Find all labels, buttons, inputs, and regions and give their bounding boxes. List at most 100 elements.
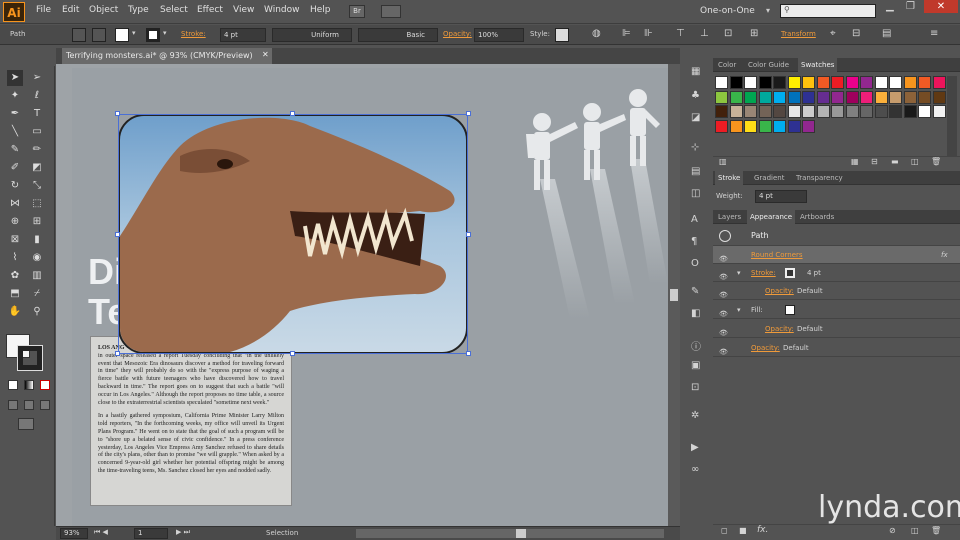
type-tool-icon[interactable]: T xyxy=(29,106,45,122)
menu-help[interactable]: Help xyxy=(310,5,331,15)
menu-type[interactable]: Type xyxy=(128,5,149,15)
lasso-tool-icon[interactable]: ℓ xyxy=(29,88,45,104)
color-swatch[interactable] xyxy=(787,76,801,89)
gradient-tool-icon[interactable]: ▮ xyxy=(29,232,45,248)
resize-handle[interactable] xyxy=(290,111,295,116)
color-swatch[interactable] xyxy=(744,119,757,133)
color-swatch[interactable] xyxy=(845,105,859,118)
eraser-tool-icon[interactable]: ◩ xyxy=(29,160,45,176)
color-swatch[interactable] xyxy=(744,76,757,89)
tab-artboards[interactable]: Artboards xyxy=(797,210,837,224)
color-swatch[interactable] xyxy=(744,105,757,118)
eye-icon[interactable]: 👁 xyxy=(719,268,729,281)
menu-window[interactable]: Window xyxy=(264,5,300,15)
zoom-field[interactable]: 93% xyxy=(60,528,88,539)
eye-icon[interactable]: 👁 xyxy=(719,343,729,356)
distribute-icon[interactable]: ⊞ xyxy=(750,28,758,39)
color-swatch[interactable] xyxy=(918,105,931,118)
transform-each-icon[interactable]: ⌖ xyxy=(830,28,836,39)
variable-width-profile[interactable]: Uniform xyxy=(272,28,352,42)
chevron-down-icon[interactable]: ▾ xyxy=(163,29,167,37)
fill-row-swatch[interactable] xyxy=(785,305,795,315)
clear-appearance-icon[interactable]: ⊘ xyxy=(889,526,896,535)
color-swatch[interactable] xyxy=(715,90,728,104)
delete-swatch-icon[interactable]: 🗑 xyxy=(931,157,941,166)
color-swatch[interactable] xyxy=(802,119,815,133)
color-swatch[interactable] xyxy=(845,76,859,89)
color-swatch[interactable] xyxy=(816,76,830,89)
color-swatch[interactable] xyxy=(802,76,815,89)
artboard-number-field[interactable]: 1 xyxy=(134,528,168,539)
color-swatch[interactable] xyxy=(918,76,931,89)
opacity-label[interactable]: Opacity: xyxy=(443,30,472,38)
appearance-row-opacity[interactable]: 👁 Opacity: Default xyxy=(713,339,960,357)
eye-icon[interactable]: 👁 xyxy=(719,286,729,299)
menu-view[interactable]: View xyxy=(233,5,254,15)
round-corners-link[interactable]: Round Corners xyxy=(751,246,803,264)
blend-tool-icon[interactable]: ◉ xyxy=(29,250,45,266)
character-panel-icon[interactable]: A xyxy=(691,214,698,225)
layers-icon[interactable]: ▣ xyxy=(691,360,700,371)
color-swatch[interactable] xyxy=(758,90,772,104)
article-text-frame[interactable]: LOS ANG in outer space released a report… xyxy=(90,336,292,506)
appearance-row-effect[interactable]: 👁 Round Corners fx xyxy=(713,246,960,264)
link-panel-icon[interactable]: ∞ xyxy=(691,464,699,475)
color-swatch[interactable] xyxy=(729,119,743,133)
color-swatch[interactable] xyxy=(816,105,830,118)
menu-file[interactable]: File xyxy=(36,5,51,15)
vertical-scrollbar[interactable] xyxy=(668,64,680,526)
color-swatch[interactable] xyxy=(860,76,873,89)
pathfinder-panel-icon[interactable]: ◫ xyxy=(691,188,700,199)
color-swatch[interactable] xyxy=(889,90,902,104)
direct-selection-tool-icon[interactable]: ➢ xyxy=(29,70,45,86)
links-icon[interactable]: ⊡ xyxy=(691,382,699,393)
panel-menu-icon[interactable]: ≡ xyxy=(930,28,938,39)
appearance-row-stroke-opacity[interactable]: 👁 Opacity: Default xyxy=(713,282,960,300)
resize-handle[interactable] xyxy=(115,351,120,356)
align-middle-icon[interactable]: ⊥ xyxy=(700,28,709,39)
align-panel-icon[interactable]: ▤ xyxy=(691,166,700,177)
graphic-style-swatch[interactable] xyxy=(555,28,569,42)
document-tab[interactable]: Terrifying monsters.ai* @ 93% (CMYK/Prev… xyxy=(62,48,272,64)
align-center-icon[interactable]: ⊪ xyxy=(644,28,653,39)
draw-normal-icon[interactable] xyxy=(8,400,18,410)
opacity-field[interactable]: 100% xyxy=(474,28,524,42)
new-swatch-icon[interactable]: ◫ xyxy=(911,157,919,166)
rotate-tool-icon[interactable]: ↻ xyxy=(7,178,23,194)
perspective-grid-tool-icon[interactable]: ⊞ xyxy=(29,214,45,230)
color-swatch[interactable] xyxy=(932,105,946,118)
blob-brush-tool-icon[interactable]: ✐ xyxy=(7,160,23,176)
color-swatch[interactable] xyxy=(845,90,859,104)
resize-handle[interactable] xyxy=(115,232,120,237)
scroll-thumb[interactable] xyxy=(670,289,678,301)
expand-triangle-icon[interactable]: ▾ xyxy=(737,301,741,319)
eye-icon[interactable]: 👁 xyxy=(719,305,729,318)
color-swatch[interactable] xyxy=(831,105,844,118)
scale-tool-icon[interactable]: ⤡ xyxy=(29,178,45,194)
actions-panel-icon[interactable]: ▶ xyxy=(691,442,699,453)
color-swatch[interactable] xyxy=(758,119,772,133)
swatch-options-icon[interactable]: ⊟ xyxy=(871,157,878,166)
rectangle-tool-icon[interactable]: ▭ xyxy=(29,124,45,140)
color-mode-icon[interactable] xyxy=(8,380,18,390)
workspace-switcher[interactable]: One-on-One xyxy=(700,6,755,16)
none-mode-icon[interactable] xyxy=(40,380,50,390)
selection-tool-icon[interactable]: ➤ xyxy=(7,70,23,86)
menu-edit[interactable]: Edit xyxy=(62,5,79,15)
transform-link[interactable]: Transform xyxy=(781,30,816,38)
opacity-row-label[interactable]: Opacity: xyxy=(765,282,794,300)
align-left-icon[interactable]: ⊫ xyxy=(622,28,631,39)
color-swatch[interactable] xyxy=(787,90,801,104)
show-kinds-icon[interactable]: ▦ xyxy=(851,157,859,166)
width-tool-icon[interactable]: ⋈ xyxy=(7,196,23,212)
color-swatch[interactable] xyxy=(773,90,786,104)
color-swatch[interactable] xyxy=(715,105,728,118)
resize-handle[interactable] xyxy=(466,232,471,237)
delete-item-icon[interactable]: 🗑 xyxy=(931,526,941,535)
appearance-row-fill-opacity[interactable]: 👁 Opacity: Default xyxy=(713,320,960,338)
close-icon[interactable]: ✕ xyxy=(924,0,958,13)
tab-stroke[interactable]: Stroke xyxy=(715,171,744,185)
resize-handle[interactable] xyxy=(115,111,120,116)
resize-handle[interactable] xyxy=(290,351,295,356)
color-swatch[interactable] xyxy=(758,76,772,89)
